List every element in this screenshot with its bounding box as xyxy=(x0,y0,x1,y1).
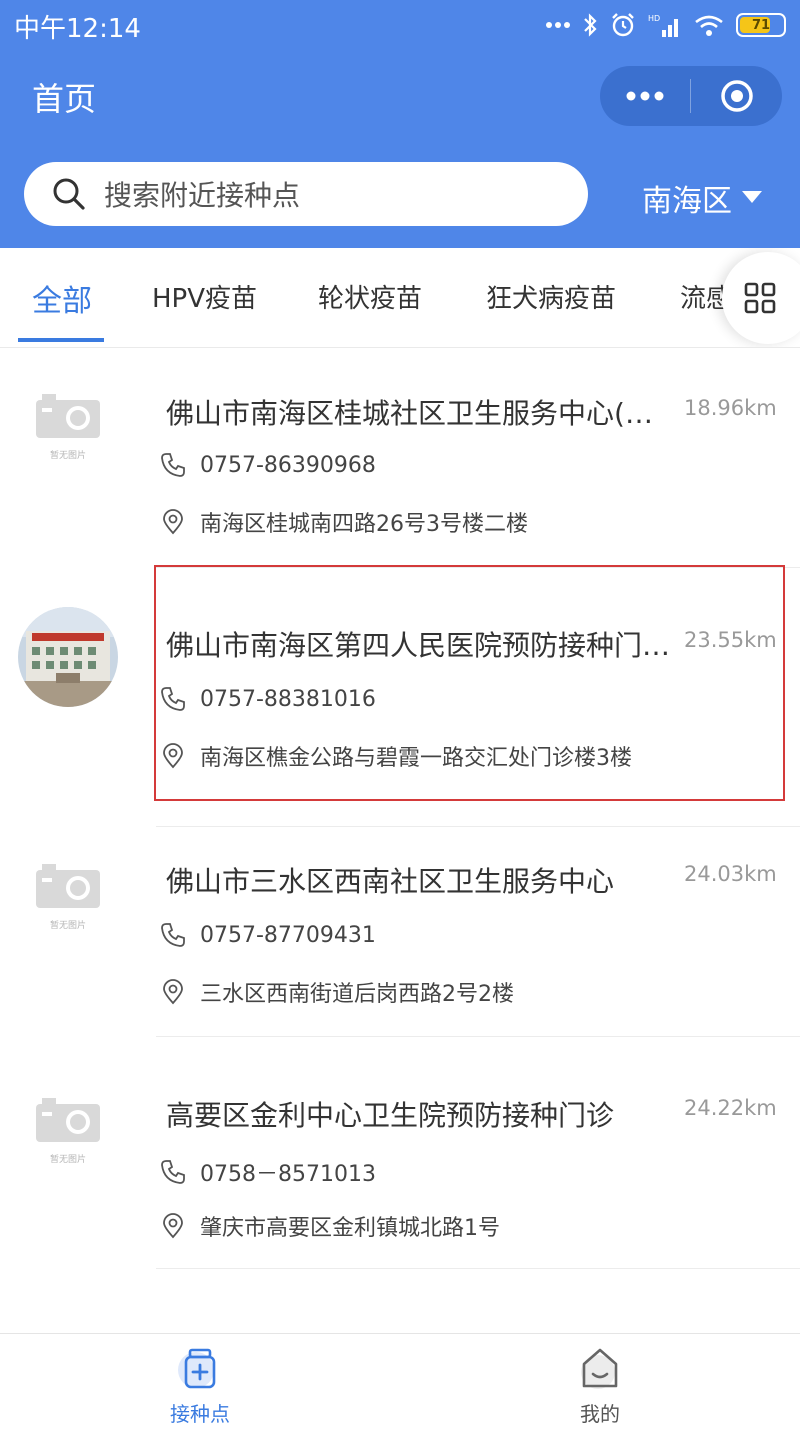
phone-icon xyxy=(161,923,185,947)
tab-all[interactable]: 全部 xyxy=(32,276,92,320)
vaccine-tabs: 全部 HPV疫苗 轮状疫苗 狂犬病疫苗 流感 xyxy=(0,248,800,348)
home-face-icon xyxy=(581,1348,618,1389)
address-text: 肇庆市高要区金利镇城北路1号 xyxy=(200,1216,500,1241)
caret-down-icon xyxy=(742,191,762,203)
phone-number: 0757-87709431 xyxy=(200,922,376,948)
alarm-icon xyxy=(612,13,634,37)
clinic-address: 三水区西南街道后岗西路2号2楼 xyxy=(160,976,514,1008)
clinic-name: 佛山市三水区西南社区卫生服务中心 xyxy=(166,865,615,898)
list-divider xyxy=(156,1268,800,1269)
list-item[interactable]: 暂无图片 佛山市三水区西南社区卫生服务中心 24.03km 0757-87709… xyxy=(0,830,800,1062)
search-placeholder: 搜索附近接种点 xyxy=(104,179,301,212)
list-divider xyxy=(156,1036,800,1037)
signal-icon: HD xyxy=(648,14,678,37)
clinic-address: 南海区桂城南四路26号3号楼二楼 xyxy=(160,506,528,538)
clinic-name: 佛山市南海区桂城社区卫生服务中心(桂城社区卫生服务中心) xyxy=(166,397,678,430)
no-image-text: 暂无图片 xyxy=(49,1155,86,1165)
phone-icon xyxy=(161,453,185,477)
clinic-address: 肇庆市高要区金利镇城北路1号 xyxy=(160,1210,500,1242)
more-button[interactable] xyxy=(600,66,690,126)
tab-rotavirus[interactable]: 轮状疫苗 xyxy=(318,278,422,315)
category-grid-button[interactable] xyxy=(722,252,800,344)
placeholder-photo: 暂无图片 xyxy=(34,1094,102,1165)
clinic-distance: 18.96km xyxy=(684,396,777,420)
placeholder-photo: 暂无图片 xyxy=(34,390,102,461)
more-dots-icon xyxy=(626,91,664,101)
camera-placeholder-icon xyxy=(36,864,100,908)
district-selector[interactable]: 南海区 xyxy=(642,176,762,220)
target-circle-icon xyxy=(720,80,753,112)
no-image-text: 暂无图片 xyxy=(49,451,86,461)
address-text: 三水区西南街道后岗西路2号2楼 xyxy=(200,982,514,1007)
vaccine-bottle-icon xyxy=(178,1348,216,1389)
hospital-building-photo xyxy=(18,607,118,707)
tab-hpv[interactable]: HPV疫苗 xyxy=(152,278,257,315)
dots-icon xyxy=(546,22,570,28)
no-image-text: 暂无图片 xyxy=(49,921,86,931)
search-input[interactable]: 搜索附近接种点 xyxy=(24,162,588,226)
miniprogram-capsule xyxy=(600,66,782,126)
list-item[interactable]: 暂无图片 高要区金利中心卫生院预防接种门诊 24.22km 0758－85710… xyxy=(0,1066,800,1298)
list-item[interactable]: 暂无图片 佛山市南海区桂城社区卫生服务中心(桂城社区卫生服务中心) 18.96k… xyxy=(0,360,800,592)
address-text: 南海区桂城南四路26号3号楼二楼 xyxy=(200,512,528,537)
status-icons: HD 71 xyxy=(546,10,786,40)
battery-text: 71 xyxy=(751,17,771,33)
camera-placeholder-icon xyxy=(36,1098,100,1142)
camera-placeholder-icon xyxy=(36,394,100,438)
list-divider xyxy=(156,826,800,827)
svg-text:HD: HD xyxy=(648,14,660,23)
phone-number: 0757-86390968 xyxy=(200,452,376,478)
phone-icon xyxy=(161,1160,185,1184)
close-miniprogram-button[interactable] xyxy=(691,66,782,126)
clinic-distance: 24.03km xyxy=(684,862,777,886)
clinic-phone[interactable]: 0757-86390968 xyxy=(160,452,376,478)
app-header: 中午12:14 HD 71 首页 搜索附近接种点 南海区 xyxy=(0,0,800,248)
tab-rabies[interactable]: 狂犬病疫苗 xyxy=(486,278,616,315)
clinic-phone[interactable]: 0758－8571013 xyxy=(160,1156,376,1188)
phone-number: 0758－8571013 xyxy=(200,1162,376,1187)
bottom-tab-bar: 接种点 我的 xyxy=(0,1333,800,1437)
grid-icon xyxy=(744,282,776,314)
active-tab-indicator xyxy=(18,338,104,342)
bluetooth-icon xyxy=(584,13,597,37)
tabbar-item-mine[interactable]: 我的 xyxy=(540,1344,660,1427)
placeholder-photo: 暂无图片 xyxy=(34,860,102,931)
battery-icon: 71 xyxy=(736,13,786,37)
clinic-distance: 24.22km xyxy=(684,1096,777,1120)
clinic-phone[interactable]: 0757-87709431 xyxy=(160,922,376,948)
clinic-photo xyxy=(18,607,118,707)
clinic-name: 高要区金利中心卫生院预防接种门诊 xyxy=(166,1099,615,1132)
page-title: 首页 xyxy=(32,80,97,118)
status-bar: 中午12:14 HD 71 xyxy=(0,0,800,52)
search-icon xyxy=(53,178,85,210)
wifi-icon xyxy=(695,15,723,36)
location-pin-icon xyxy=(163,509,183,535)
location-pin-icon xyxy=(163,979,183,1005)
tabbar-label: 接种点 xyxy=(170,1402,230,1426)
location-pin-icon xyxy=(163,1213,183,1239)
highlight-box xyxy=(154,565,785,801)
district-label: 南海区 xyxy=(642,184,732,219)
tabbar-item-vaccination-sites[interactable]: 接种点 xyxy=(140,1344,260,1427)
tabbar-label: 我的 xyxy=(580,1402,620,1426)
status-time: 中午12:14 xyxy=(14,14,141,44)
